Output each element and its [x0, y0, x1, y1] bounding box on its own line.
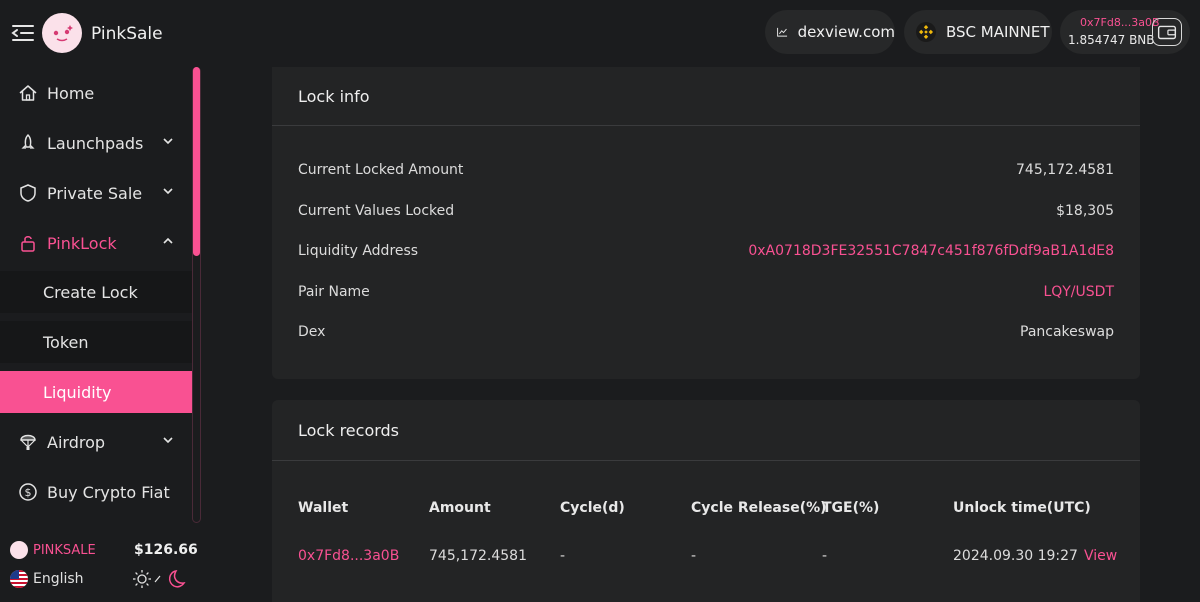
sidebar-item-airdrop[interactable]: Airdrop: [0, 420, 193, 464]
info-label-pair-name: Pair Name: [298, 284, 370, 300]
record-tge: -: [822, 548, 828, 564]
sidebar-item-label: Buy Crypto Fiat: [47, 482, 170, 502]
dexview-button[interactable]: dexview.com: [765, 10, 895, 54]
sidebar-scrollbar-thumb[interactable]: [193, 67, 200, 256]
chevron-down-icon: [163, 188, 173, 195]
lock-records-card: Lock records Wallet Amount Cycle(d) Cycl…: [272, 400, 1140, 602]
sidebar-subitem-token[interactable]: Token: [0, 321, 193, 363]
brand-name: PinkSale: [91, 24, 163, 44]
column-header-amount: Amount: [429, 500, 491, 516]
sidebar-item-launchpads[interactable]: Launchpads: [0, 121, 193, 165]
bnb-icon: [916, 22, 936, 42]
chevron-down-icon: [163, 138, 173, 145]
column-header-wallet: Wallet: [298, 500, 349, 516]
sidebar-subitem-liquidity[interactable]: Liquidity: [0, 371, 193, 413]
sidebar-subitem-label: Create Lock: [43, 282, 138, 302]
column-header-cycle: Cycle(d): [560, 500, 625, 516]
dollar-icon: $: [19, 483, 37, 501]
info-label-locked-amount: Current Locked Amount: [298, 162, 464, 178]
lock-info-card: Lock info Current Locked Amount 745,172.…: [272, 67, 1140, 379]
sidebar-footer: [0, 530, 200, 602]
sidebar-item-home[interactable]: Home: [0, 71, 193, 115]
sidebar-item-label: Private Sale: [47, 183, 143, 203]
divider: [272, 125, 1140, 126]
rocket-icon: [21, 134, 35, 149]
record-amount: 745,172.4581: [429, 548, 527, 564]
record-cycle: -: [560, 548, 566, 564]
lock-records-title: Lock records: [298, 421, 400, 440]
sidebar-item-label: Launchpads: [47, 133, 144, 153]
column-header-cycle-release: Cycle Release(%): [691, 500, 827, 516]
pair-name-link[interactable]: LQY/USDT: [1043, 284, 1114, 300]
sidebar-item-private-sale[interactable]: Private Sale: [0, 171, 193, 215]
record-unlock-time: 2024.09.30 19:27: [953, 548, 1078, 564]
chevron-up-icon: [163, 237, 173, 244]
sidebar-item-buy-crypto-fiat[interactable]: $ Buy Crypto Fiat: [0, 470, 193, 514]
language-selector[interactable]: English: [33, 571, 84, 587]
chevron-down-icon: [163, 437, 173, 444]
column-header-unlock-time: Unlock time(UTC): [953, 500, 1091, 516]
wallet-button[interactable]: 0x7Fd8...3a0B 1.854747 BNB: [1060, 10, 1190, 54]
top-header: PinkSale dexview.com BSC MAINNET 0x7Fd8.…: [0, 0, 1200, 67]
sidebar-item-label: PinkLock: [47, 233, 117, 253]
pinksale-logo[interactable]: [42, 13, 82, 53]
token-name: PINKSALE: [33, 543, 96, 558]
sidebar-subitem-label: Token: [43, 332, 89, 352]
sidebar-subitem-create-lock[interactable]: Create Lock: [0, 271, 193, 313]
info-label-dex: Dex: [298, 324, 326, 340]
lock-icon: [21, 236, 35, 252]
sidebar-item-label: Home: [47, 83, 95, 103]
sidebar-item-label: Airdrop: [47, 432, 106, 452]
info-label-liquidity-address: Liquidity Address: [298, 243, 419, 259]
view-record-link[interactable]: View: [1084, 548, 1117, 564]
right-gutter: [1140, 67, 1200, 602]
record-cycle-release: -: [691, 548, 697, 564]
sun-icon: [133, 570, 151, 588]
chart-line-icon: [777, 27, 788, 37]
liquidity-address-link[interactable]: 0xA0718D3FE32551C7847c451f876fDdf9aB1A1d…: [748, 243, 1114, 259]
pinksale-token-icon: [10, 541, 28, 559]
info-value-locked-amount: 745,172.4581: [1016, 162, 1114, 178]
column-header-tge: TGE(%): [822, 500, 880, 516]
lock-info-title: Lock info: [298, 87, 370, 106]
wallet-icon: [1152, 18, 1182, 46]
home-icon: [19, 85, 37, 101]
network-label: BSC MAINNET: [946, 23, 1050, 41]
sidebar-item-pinklock[interactable]: PinkLock: [0, 221, 193, 265]
svg-text:$: $: [25, 486, 32, 499]
parachute-icon: [20, 434, 36, 450]
record-wallet-link[interactable]: 0x7Fd8...3a0B: [298, 548, 399, 564]
info-label-values-locked: Current Values Locked: [298, 203, 455, 219]
sidebar-subitem-label: Liquidity: [43, 382, 112, 402]
wallet-balance: 1.854747 BNB: [1068, 33, 1155, 47]
info-value-dex: Pancakeswap: [1020, 324, 1114, 340]
divider: [272, 460, 1140, 461]
token-price: $126.66: [134, 542, 198, 558]
theme-toggle[interactable]: [132, 568, 188, 590]
shield-icon: [20, 184, 36, 202]
moon-icon: [168, 570, 186, 588]
dexview-label: dexview.com: [797, 23, 895, 41]
us-flag-icon[interactable]: [10, 570, 28, 588]
wallet-address: 0x7Fd8...3a0B: [1080, 16, 1160, 29]
menu-collapse-icon[interactable]: [10, 22, 36, 44]
network-selector[interactable]: BSC MAINNET: [904, 10, 1052, 54]
info-value-values-locked: $18,305: [1056, 203, 1114, 219]
